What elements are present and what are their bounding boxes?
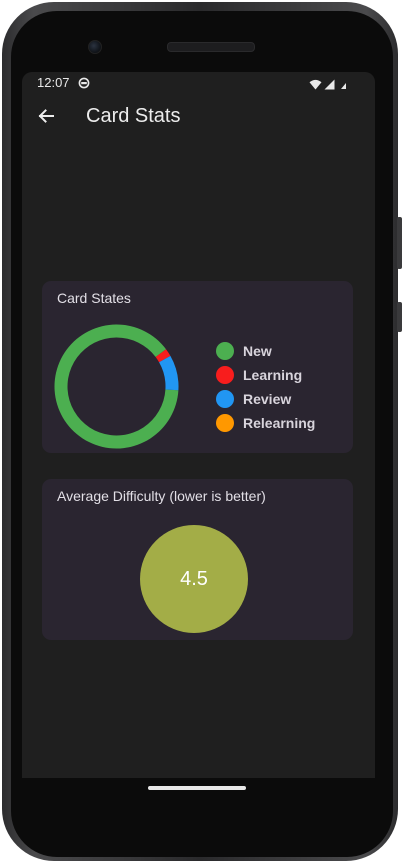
cellular-icon	[324, 77, 335, 95]
power-button	[397, 302, 402, 332]
status-bar: 12:07	[22, 72, 375, 94]
legend-item-new: New	[216, 339, 315, 363]
card-states-donut-chart	[54, 324, 179, 449]
legend-label-new: New	[243, 343, 272, 359]
legend-dot-new	[216, 342, 234, 360]
card-states-title: Card States	[57, 290, 131, 306]
earpiece-speaker	[167, 42, 255, 52]
difficulty-circle: 4.5	[140, 525, 248, 633]
legend-item-relearning: Relearning	[216, 411, 315, 435]
volume-button	[397, 217, 402, 269]
status-time: 12:07	[37, 75, 70, 90]
legend-item-review: Review	[216, 387, 315, 411]
wifi-icon	[309, 77, 322, 95]
page-title: Card Stats	[86, 105, 181, 127]
donut-slice-review	[159, 355, 179, 391]
donut-slice-new	[54, 324, 179, 449]
gesture-nav-pill[interactable]	[148, 786, 246, 790]
legend-item-learning: Learning	[216, 363, 315, 387]
arrow-left-icon	[37, 107, 55, 130]
legend-dot-learning	[216, 366, 234, 384]
legend-label-review: Review	[243, 391, 292, 407]
phone-device: 12:07 Card Stats Card States New Learnin…	[0, 0, 402, 865]
front-camera	[88, 40, 102, 54]
difficulty-value: 4.5	[180, 567, 208, 590]
legend-dot-relearning	[216, 414, 234, 432]
app-screen: 12:07 Card Stats Card States New Learnin…	[22, 72, 375, 778]
chart-legend: New Learning Review Relearning	[216, 339, 315, 435]
privacy-dot-icon	[78, 76, 90, 94]
app-bar: Card Stats	[22, 96, 375, 140]
legend-label-relearning: Relearning	[243, 415, 316, 431]
difficulty-card: Average Difficulty (lower is better) 4.5	[42, 479, 353, 640]
difficulty-title: Average Difficulty (lower is better)	[57, 488, 266, 504]
legend-dot-review	[216, 390, 234, 408]
back-button[interactable]	[32, 104, 60, 132]
legend-label-learning: Learning	[243, 367, 303, 383]
battery-icon	[340, 77, 348, 95]
card-states-card: Card States New Learning Review Relearni…	[42, 281, 353, 453]
